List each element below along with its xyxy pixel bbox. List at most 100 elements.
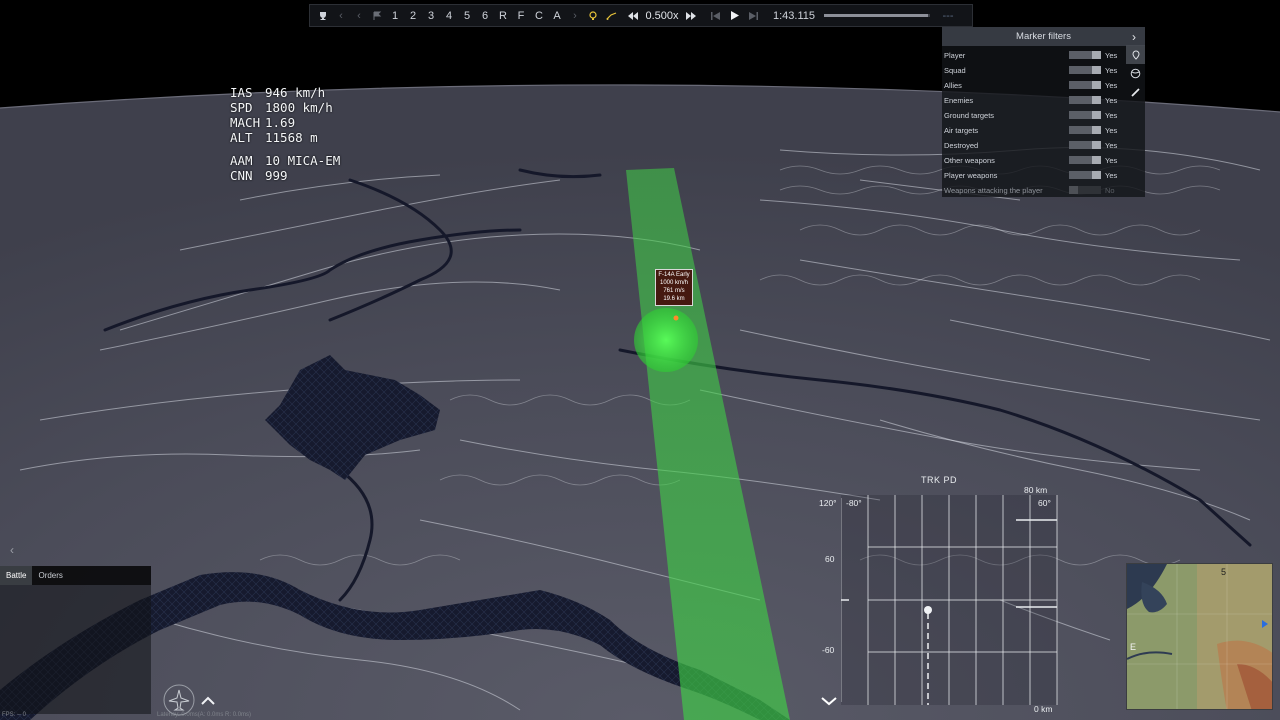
- toggle-knob: [1092, 141, 1101, 149]
- filter-row[interactable]: Player weapons Yes: [942, 168, 1145, 183]
- toggle-knob: [1069, 186, 1078, 194]
- chevron-right-icon[interactable]: ›: [566, 5, 584, 26]
- hud-label: SPD: [230, 100, 253, 115]
- filter-toggle[interactable]: [1069, 141, 1101, 149]
- ias-value: 946 km/h: [265, 85, 326, 100]
- filter-label: Player: [944, 51, 966, 60]
- minimap[interactable]: 5 E: [1126, 563, 1273, 710]
- tab-orders[interactable]: Orders: [32, 566, 68, 585]
- filter-value: Yes: [1105, 141, 1118, 150]
- filter-value: Yes: [1105, 66, 1118, 75]
- filter-label: Ground targets: [944, 111, 995, 120]
- camera-f-button[interactable]: F: [512, 5, 530, 26]
- camera-5-button[interactable]: 5: [458, 5, 476, 26]
- toggle-knob: [1092, 51, 1101, 59]
- filter-toggle[interactable]: [1069, 96, 1101, 104]
- filter-value: No: [1105, 186, 1115, 195]
- radar-top-left: 120°: [819, 498, 837, 508]
- camera-1-button[interactable]: 1: [386, 5, 404, 26]
- camera-4-button[interactable]: 4: [440, 5, 458, 26]
- filter-row[interactable]: Enemies Yes: [942, 93, 1145, 108]
- marker-side-icons: [1126, 45, 1145, 102]
- step-forward-icon[interactable]: [744, 5, 762, 26]
- camera-c-button[interactable]: C: [530, 5, 548, 26]
- camera-6-button[interactable]: 6: [476, 5, 494, 26]
- filter-row[interactable]: Destroyed Yes: [942, 138, 1145, 153]
- filter-row[interactable]: Air targets Yes: [942, 123, 1145, 138]
- filter-toggle[interactable]: [1069, 156, 1101, 164]
- filter-label: Destroyed: [944, 141, 979, 150]
- replay-timeline[interactable]: [824, 14, 930, 17]
- filter-value: Yes: [1105, 126, 1118, 135]
- flag-icon[interactable]: [368, 5, 386, 26]
- radar-bottom-range: 0 km: [1034, 704, 1053, 714]
- filter-row[interactable]: Player Yes: [942, 48, 1145, 63]
- camera-2-button[interactable]: 2: [404, 5, 422, 26]
- chevron-left-icon[interactable]: ‹: [10, 543, 14, 557]
- filter-toggle[interactable]: [1069, 186, 1101, 194]
- filter-toggle[interactable]: [1069, 171, 1101, 179]
- pen-icon[interactable]: [1126, 83, 1145, 102]
- hud-label: MACH: [230, 115, 261, 130]
- rewind-icon[interactable]: [624, 5, 642, 26]
- chevron-left-icon[interactable]: ‹: [350, 5, 368, 26]
- filter-value: Yes: [1105, 96, 1118, 105]
- cnn-value: 999: [265, 168, 288, 183]
- tab-battle[interactable]: Battle: [0, 566, 33, 585]
- radar-display: [841, 495, 1058, 705]
- marker-icon[interactable]: [1126, 45, 1145, 64]
- fast-forward-icon[interactable]: [682, 5, 700, 26]
- filter-toggle[interactable]: [1069, 81, 1101, 89]
- toggle-knob: [1092, 96, 1101, 104]
- trophy-icon[interactable]: [314, 5, 332, 26]
- target-marker[interactable]: F-14A Early 1000 km/h 761 m/s 19.6 km: [655, 269, 693, 306]
- bulb-icon[interactable]: [584, 5, 602, 26]
- chat-panel: Battle Orders: [0, 566, 151, 714]
- chevron-left-icon[interactable]: ‹: [332, 5, 350, 26]
- toggle-knob: [1092, 81, 1101, 89]
- step-back-icon[interactable]: [706, 5, 724, 26]
- path-icon[interactable]: [602, 5, 620, 26]
- filter-label: Enemies: [944, 96, 974, 105]
- toggle-knob: [1092, 171, 1101, 179]
- mach-value: 1.69: [265, 115, 296, 130]
- globe-icon[interactable]: [1126, 64, 1145, 83]
- filter-value: Yes: [1105, 81, 1118, 90]
- target-closure: 761 m/s: [663, 288, 685, 294]
- playback-speed: 0.500x: [645, 9, 679, 22]
- alt-value: 11568 m: [265, 130, 318, 145]
- filter-toggle[interactable]: [1069, 51, 1101, 59]
- filter-row[interactable]: Ground targets Yes: [942, 108, 1145, 123]
- filter-value: Yes: [1105, 156, 1118, 165]
- replay-toolbar: ‹ ‹ 1 2 3 4 5 6 R F C A › 0.500x 1:43.11…: [309, 4, 973, 27]
- filter-row[interactable]: Weapons attacking the player No: [942, 183, 1145, 198]
- filter-row[interactable]: Other weapons Yes: [942, 153, 1145, 168]
- toggle-knob: [1092, 156, 1101, 164]
- target-speed: 1000 km/h: [659, 280, 689, 286]
- chevron-down-icon[interactable]: [821, 694, 837, 709]
- filter-toggle[interactable]: [1069, 111, 1101, 119]
- filter-toggle[interactable]: [1069, 66, 1101, 74]
- filter-row[interactable]: Allies Yes: [942, 78, 1145, 93]
- toggle-knob: [1092, 111, 1101, 119]
- hud-label: AAM: [230, 153, 253, 168]
- radar-range: 80 km: [1024, 485, 1048, 495]
- camera-3-button[interactable]: 3: [422, 5, 440, 26]
- hud-label: ALT: [230, 130, 253, 145]
- aam-value: 10 MICA-EM: [265, 153, 341, 168]
- minimap-grid-letter: E: [1130, 642, 1137, 652]
- radar-azimuth-left: -80°: [846, 498, 862, 508]
- play-icon[interactable]: [726, 5, 744, 26]
- camera-a-button[interactable]: A: [548, 5, 566, 26]
- chevron-up-icon[interactable]: [199, 694, 217, 706]
- filter-row[interactable]: Squad Yes: [942, 63, 1145, 78]
- fps-readout: FPS: -- 0: [2, 712, 27, 718]
- chevron-right-icon[interactable]: ›: [1127, 29, 1141, 44]
- target-name: F-14A Early: [658, 272, 690, 278]
- filter-label: Squad: [944, 66, 966, 75]
- filter-toggle[interactable]: [1069, 126, 1101, 134]
- replay-status: ---: [942, 9, 954, 22]
- filter-label: Player weapons: [944, 171, 998, 180]
- camera-r-button[interactable]: R: [494, 5, 512, 26]
- marker-filters-panel: Marker filters › Player Yes Squad Yes Allies…: [942, 27, 1145, 197]
